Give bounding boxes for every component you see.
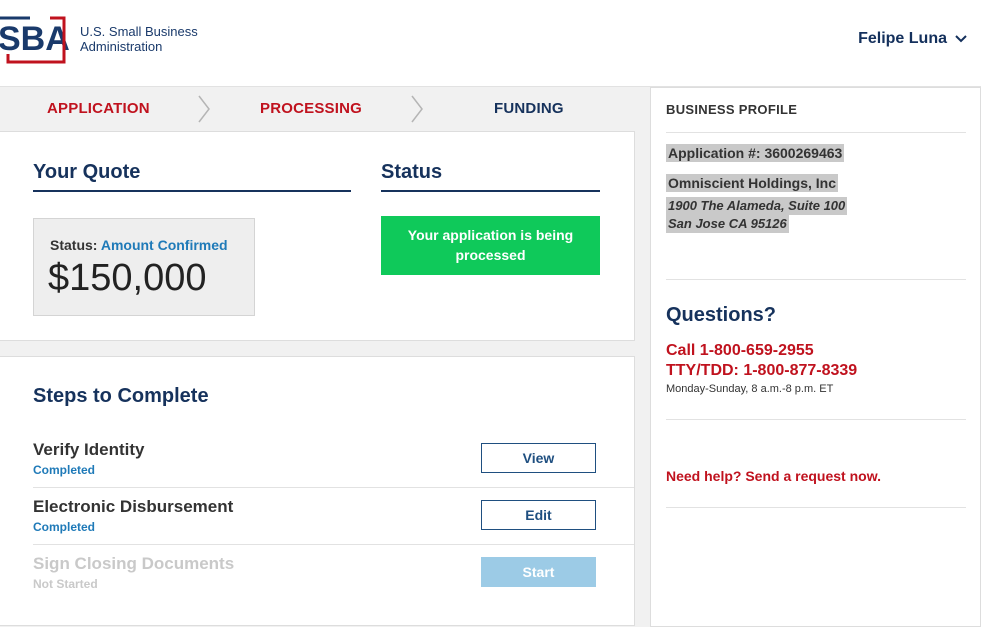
task-row: Sign Closing Documents Not Started Start — [33, 544, 633, 601]
quote-card: Your Quote Status: Amount Confirmed $150… — [0, 131, 635, 341]
svg-text:SBA: SBA — [0, 20, 70, 58]
task-row: Verify Identity Completed View — [33, 430, 633, 487]
address-line1: 1900 The Alameda, Suite 100 — [666, 197, 848, 215]
business-profile-sidebar: BUSINESS PROFILE Application #: 36002694… — [650, 87, 981, 627]
task-status: Completed — [33, 520, 96, 534]
company-name: Omniscient Holdings, Inc — [666, 174, 839, 192]
status-title: Status — [381, 161, 443, 183]
quote-amount: $150,000 — [48, 257, 207, 299]
start-button: Start — [481, 557, 596, 587]
progress-steps: APPLICATION PROCESSING FUNDING — [0, 88, 634, 131]
quote-status-label: Status: — [50, 237, 98, 253]
address-line2: San Jose CA 95126 — [666, 215, 789, 233]
task-name: Electronic Disbursement — [33, 497, 234, 516]
divider — [666, 132, 966, 133]
application-status-banner: Your application is being processed — [381, 216, 600, 275]
view-button[interactable]: View — [481, 443, 596, 473]
business-profile-title: BUSINESS PROFILE — [666, 102, 798, 117]
help-request-link[interactable]: Need help? Send a request now. — [666, 468, 881, 484]
quote-title-underline — [33, 190, 351, 192]
support-hours: Monday-Sunday, 8 a.m.-8 p.m. ET — [666, 383, 834, 395]
user-name[interactable]: Felipe Luna — [858, 30, 947, 48]
sba-logo[interactable]: SBA — [0, 12, 72, 66]
tty-phone[interactable]: TTY/TDD: 1-800-877-8339 — [666, 362, 857, 380]
agency-name-line2: Administration — [80, 39, 163, 54]
agency-name: U.S. Small Business Administration — [80, 24, 198, 54]
step-application: APPLICATION — [47, 100, 150, 117]
chevron-down-icon[interactable] — [955, 35, 967, 43]
step-funding: FUNDING — [494, 100, 564, 117]
site-header: SBA U.S. Small Business Administration F… — [0, 0, 981, 87]
quote-amount-box: Status: Amount Confirmed $150,000 — [33, 218, 255, 316]
questions-title: Questions? — [666, 304, 777, 326]
steps-card: Steps to Complete Verify Identity Comple… — [0, 356, 635, 626]
task-status: Completed — [33, 463, 96, 477]
application-number: Application #: 3600269463 — [666, 144, 845, 162]
edit-button[interactable]: Edit — [481, 500, 596, 530]
chevron-right-icon — [411, 95, 423, 123]
quote-status: Status: Amount Confirmed — [50, 237, 228, 253]
task-name: Verify Identity — [33, 440, 145, 459]
call-phone[interactable]: Call 1-800-659-2955 — [666, 342, 814, 360]
task-name: Sign Closing Documents — [33, 554, 235, 573]
chevron-right-icon — [198, 95, 210, 123]
divider — [666, 507, 966, 508]
quote-status-value: Amount Confirmed — [100, 237, 228, 253]
steps-title: Steps to Complete — [33, 385, 209, 407]
user-menu[interactable]: Felipe Luna — [858, 30, 967, 48]
task-row: Electronic Disbursement Completed Edit — [33, 487, 633, 544]
task-status: Not Started — [33, 577, 98, 591]
divider — [666, 419, 966, 420]
status-title-underline — [381, 190, 600, 192]
your-quote-title: Your Quote — [33, 161, 141, 183]
step-processing: PROCESSING — [260, 100, 363, 117]
agency-name-line1: U.S. Small Business — [80, 24, 198, 39]
divider — [666, 279, 966, 280]
